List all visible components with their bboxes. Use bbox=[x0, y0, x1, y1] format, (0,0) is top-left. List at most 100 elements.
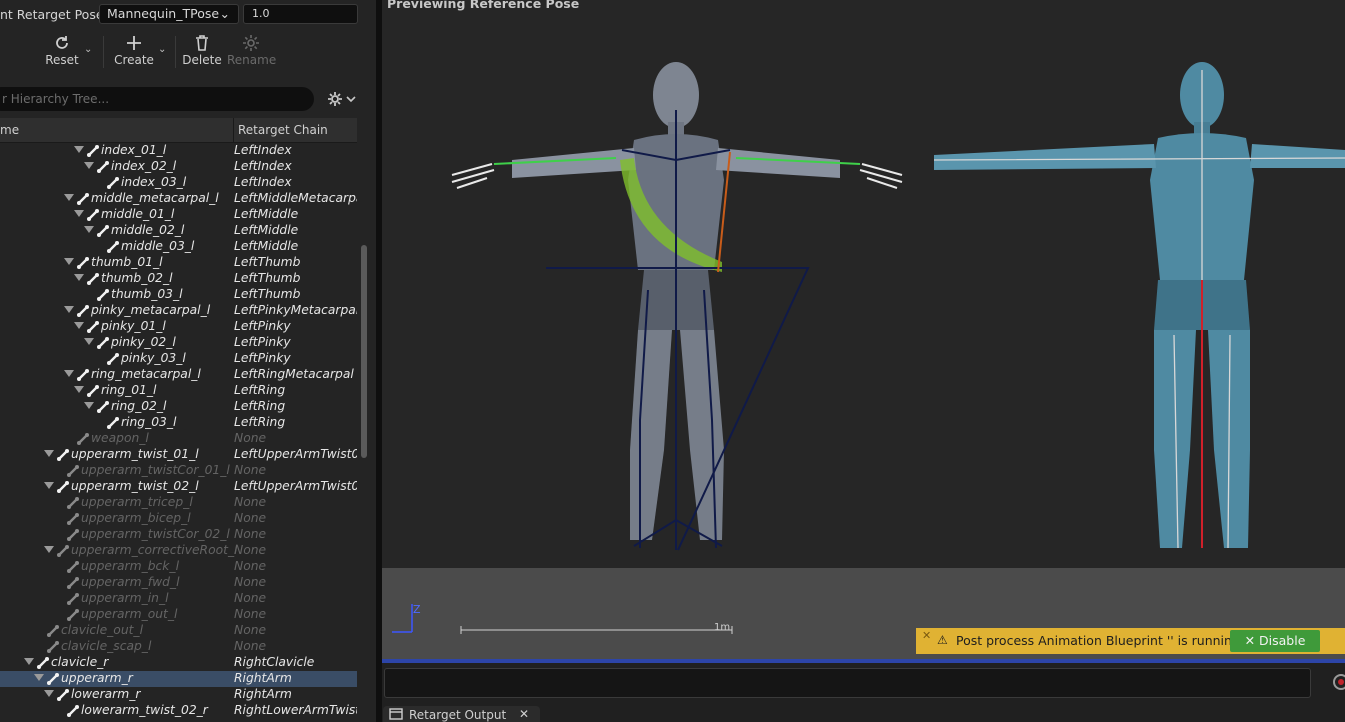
retarget-chain-value[interactable]: LeftRingMetacarpal bbox=[234, 367, 354, 381]
tree-row[interactable]: ring_03_l LeftRing bbox=[0, 415, 357, 431]
retarget-chain-value[interactable]: None bbox=[234, 495, 266, 509]
retarget-chain-value[interactable]: None bbox=[234, 591, 266, 605]
retarget-chain-value[interactable]: None bbox=[234, 431, 266, 445]
pose-dropdown[interactable]: Mannequin_TPose ⌄ bbox=[99, 4, 239, 24]
tree-row[interactable]: lowerarm_r RightArm bbox=[0, 687, 357, 703]
retarget-chain-value[interactable]: RightArm bbox=[234, 671, 292, 685]
retarget-chain-value[interactable]: None bbox=[234, 543, 266, 557]
tree-row[interactable]: clavicle_out_l None bbox=[0, 623, 357, 639]
tree-row[interactable]: weapon_l None bbox=[0, 431, 357, 447]
record-button[interactable] bbox=[1333, 674, 1345, 690]
retarget-chain-value[interactable]: None bbox=[234, 623, 266, 637]
tree-row[interactable]: ring_02_l LeftRing bbox=[0, 399, 357, 415]
retarget-chain-value[interactable]: LeftIndex bbox=[234, 143, 292, 157]
tree-row[interactable]: upperarm_twist_01_l LeftUpperArmTwist01 bbox=[0, 447, 357, 463]
retarget-chain-value[interactable]: LeftThumb bbox=[234, 271, 300, 285]
retarget-chain-value[interactable]: LeftPinkyMetacarpal bbox=[234, 303, 357, 317]
tree-row[interactable]: clavicle_scap_l None bbox=[0, 639, 357, 655]
retarget-chain-value[interactable]: LeftRing bbox=[234, 399, 285, 413]
expand-arrow-icon[interactable] bbox=[34, 674, 44, 681]
retarget-chain-value[interactable]: LeftMiddle bbox=[234, 223, 298, 237]
console-input[interactable] bbox=[384, 668, 1311, 698]
tree-row[interactable]: index_02_l LeftIndex bbox=[0, 159, 357, 175]
tree-row[interactable]: thumb_03_l LeftThumb bbox=[0, 287, 357, 303]
expand-arrow-icon[interactable] bbox=[74, 274, 84, 281]
tree-row[interactable]: lowerarm_twist_02_r RightLowerArmTwist bbox=[0, 703, 357, 719]
retarget-chain-value[interactable]: LeftPinky bbox=[234, 335, 291, 349]
retarget-chain-value[interactable]: None bbox=[234, 639, 266, 653]
tree-row[interactable]: index_03_l LeftIndex bbox=[0, 175, 357, 191]
retarget-chain-value[interactable]: LeftThumb bbox=[234, 255, 300, 269]
retarget-chain-value[interactable]: LeftUpperArmTwist01 bbox=[234, 447, 357, 461]
tree-row[interactable]: clavicle_r RightClavicle bbox=[0, 655, 357, 671]
tree-row[interactable]: ring_metacarpal_l LeftRingMetacarpal bbox=[0, 367, 357, 383]
retarget-chain-value[interactable]: RightLowerArmTwist bbox=[234, 703, 357, 717]
tree-row[interactable]: middle_02_l LeftMiddle bbox=[0, 223, 357, 239]
expand-arrow-icon[interactable] bbox=[74, 322, 84, 329]
expand-arrow-icon[interactable] bbox=[44, 546, 54, 553]
retarget-chain-value[interactable]: LeftThumb bbox=[234, 287, 300, 301]
expand-arrow-icon[interactable] bbox=[74, 386, 84, 393]
tree-row[interactable]: middle_03_l LeftMiddle bbox=[0, 239, 357, 255]
create-dropdown-icon[interactable]: ⌄ bbox=[158, 44, 166, 55]
pose-blend-field[interactable]: 1.0 bbox=[243, 4, 358, 24]
tree-row[interactable]: upperarm_fwd_l None bbox=[0, 575, 357, 591]
retarget-chain-value[interactable]: LeftMiddle bbox=[234, 239, 298, 253]
expand-arrow-icon[interactable] bbox=[84, 226, 94, 233]
expand-arrow-icon[interactable] bbox=[74, 210, 84, 217]
retarget-chain-value[interactable]: LeftRing bbox=[234, 383, 285, 397]
tree-row[interactable]: middle_metacarpal_l LeftMiddleMetacarpa bbox=[0, 191, 357, 207]
tab-retarget-output[interactable]: Retarget Output ✕ bbox=[383, 706, 540, 722]
tree-row[interactable]: middle_01_l LeftMiddle bbox=[0, 207, 357, 223]
reset-button[interactable]: Reset bbox=[40, 30, 84, 67]
retarget-chain-value[interactable]: LeftMiddle bbox=[234, 207, 298, 221]
tree-row[interactable]: upperarm_bck_l None bbox=[0, 559, 357, 575]
retarget-chain-value[interactable]: LeftUpperArmTwist02 bbox=[234, 479, 357, 493]
expand-arrow-icon[interactable] bbox=[84, 338, 94, 345]
tree-scrollbar[interactable] bbox=[361, 245, 367, 458]
disable-button[interactable]: ✕ Disable bbox=[1230, 630, 1320, 652]
expand-arrow-icon[interactable] bbox=[84, 162, 94, 169]
tree-row[interactable]: thumb_02_l LeftThumb bbox=[0, 271, 357, 287]
column-divider[interactable] bbox=[233, 118, 234, 142]
tree-row[interactable]: upperarm_out_l None bbox=[0, 607, 357, 623]
expand-arrow-icon[interactable] bbox=[64, 370, 74, 377]
retarget-chain-value[interactable]: RightClavicle bbox=[234, 655, 314, 669]
retarget-chain-value[interactable]: LeftIndex bbox=[234, 159, 292, 173]
retarget-chain-value[interactable]: None bbox=[234, 607, 266, 621]
tree-row[interactable]: upperarm_twist_02_l LeftUpperArmTwist02 bbox=[0, 479, 357, 495]
tree-row[interactable]: ring_01_l LeftRing bbox=[0, 383, 357, 399]
tree-row[interactable]: thumb_01_l LeftThumb bbox=[0, 255, 357, 271]
tree-row[interactable]: upperarm_r RightArm bbox=[0, 671, 357, 687]
expand-arrow-icon[interactable] bbox=[44, 690, 54, 697]
expand-arrow-icon[interactable] bbox=[24, 658, 34, 665]
column-chain-header[interactable]: Retarget Chain bbox=[238, 123, 328, 137]
expand-arrow-icon[interactable] bbox=[44, 482, 54, 489]
retarget-chain-value[interactable]: None bbox=[234, 527, 266, 541]
preview-viewport[interactable]: Previewing Reference Pose bbox=[382, 0, 1345, 568]
tree-row[interactable]: pinky_metacarpal_l LeftPinkyMetacarpal bbox=[0, 303, 357, 319]
tree-row[interactable]: upperarm_twistCor_02_l None bbox=[0, 527, 357, 543]
tree-row[interactable]: upperarm_in_l None bbox=[0, 591, 357, 607]
tree-row[interactable]: upperarm_bicep_l None bbox=[0, 511, 357, 527]
delete-button[interactable]: Delete bbox=[180, 30, 224, 67]
retarget-chain-value[interactable]: None bbox=[234, 511, 266, 525]
tree-row[interactable]: upperarm_twistCor_01_l None bbox=[0, 463, 357, 479]
retarget-chain-value[interactable]: LeftIndex bbox=[234, 175, 292, 189]
expand-arrow-icon[interactable] bbox=[84, 402, 94, 409]
tree-settings-button[interactable] bbox=[327, 91, 357, 110]
expand-arrow-icon[interactable] bbox=[64, 258, 74, 265]
retarget-chain-value[interactable]: None bbox=[234, 463, 266, 477]
tree-row[interactable]: upperarm_correctiveRoot_l None bbox=[0, 543, 357, 559]
hierarchy-search-input[interactable]: r Hierarchy Tree... bbox=[0, 87, 314, 111]
tree-row[interactable]: upperarm_tricep_l None bbox=[0, 495, 357, 511]
rename-button[interactable]: Rename bbox=[227, 30, 276, 67]
expand-arrow-icon[interactable] bbox=[44, 450, 54, 457]
column-name-header[interactable]: me bbox=[0, 123, 19, 137]
close-icon[interactable]: ✕ bbox=[922, 629, 931, 642]
retarget-chain-value[interactable]: LeftPinky bbox=[234, 319, 291, 333]
retarget-chain-value[interactable]: RightArm bbox=[234, 687, 292, 701]
retarget-chain-value[interactable]: LeftRing bbox=[234, 415, 285, 429]
tree-row[interactable]: index_01_l LeftIndex bbox=[0, 143, 357, 159]
expand-arrow-icon[interactable] bbox=[74, 146, 84, 153]
